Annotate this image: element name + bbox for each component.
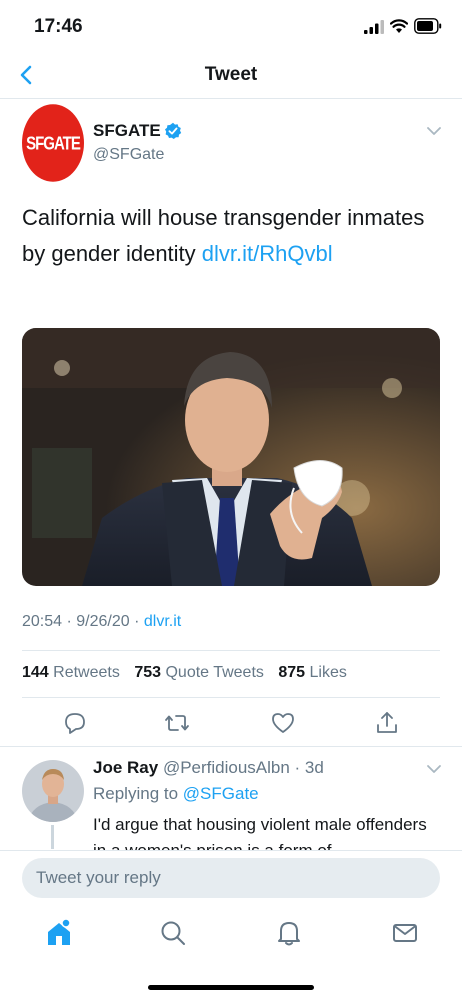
signal-icon [364, 20, 384, 34]
messages-icon[interactable] [390, 918, 420, 948]
notifications-icon[interactable] [274, 918, 304, 948]
tweet-link[interactable]: dlvr.it/RhQvbl [202, 241, 333, 266]
divider [22, 697, 440, 698]
quote-tweets-stat[interactable]: 753 Quote Tweets [134, 664, 264, 681]
replying-mention[interactable]: @SFGate [183, 784, 259, 803]
retweets-stat[interactable]: 144 Retweets [22, 664, 120, 681]
divider [22, 650, 440, 651]
likes-count: 875 [278, 664, 306, 681]
replying-prefix: Replying to [93, 784, 183, 803]
chevron-down-icon[interactable] [424, 762, 444, 776]
replying-to: Replying to @SFGate [93, 784, 259, 804]
reply-header: Joe Ray @PerfidiousAlbn · 3d [93, 758, 324, 778]
wifi-icon [390, 19, 408, 33]
page-title: Tweet [204, 64, 258, 85]
like-icon[interactable] [270, 710, 296, 736]
likes-stat[interactable]: 875 Likes [278, 664, 347, 681]
retweets-count: 144 [22, 664, 49, 681]
home-icon[interactable] [44, 918, 74, 948]
nav-bar: Tweet [0, 52, 462, 99]
tweet-source[interactable]: dlvr.it [144, 613, 181, 630]
status-time: 17:46 [34, 16, 83, 37]
reply-author-name[interactable]: Joe Ray [93, 758, 158, 777]
thread-line [51, 825, 54, 849]
quote-tweets-count: 753 [134, 664, 162, 681]
tweet-image[interactable] [22, 328, 440, 586]
author-handle[interactable]: @SFGate [93, 146, 164, 164]
reply-author-handle[interactable]: @PerfidiousAlbn · 3d [163, 758, 324, 777]
status-bar: 17:46 [0, 0, 462, 52]
likes-label: Likes [309, 664, 347, 681]
share-icon[interactable] [374, 710, 400, 736]
tweet-meta: 20:54 · 9/26/20 · dlvr.it [22, 613, 181, 631]
reply-input[interactable] [22, 858, 440, 898]
author-name[interactable]: SFGATE [93, 121, 161, 141]
reply-icon[interactable] [62, 710, 88, 736]
tweet-text: California will house transgender inmate… [22, 200, 432, 272]
retweet-icon[interactable] [164, 710, 190, 736]
verified-icon [165, 122, 182, 139]
home-indicator [148, 985, 314, 990]
author-avatar[interactable]: SFGATE [22, 104, 84, 182]
search-icon[interactable] [158, 918, 188, 948]
quote-tweets-label: Quote Tweets [165, 664, 264, 681]
tweet-time: 20:54 · 9/26/20 · [22, 613, 144, 630]
divider [0, 746, 462, 747]
retweets-label: Retweets [53, 664, 120, 681]
chevron-down-icon[interactable] [424, 124, 444, 138]
reply-avatar[interactable] [22, 760, 84, 822]
tweet-stats: 144 Retweets 753 Quote Tweets 875 Likes [22, 664, 357, 682]
reply-text: I'd argue that housing violent male offe… [93, 815, 427, 852]
battery-icon [414, 18, 442, 34]
